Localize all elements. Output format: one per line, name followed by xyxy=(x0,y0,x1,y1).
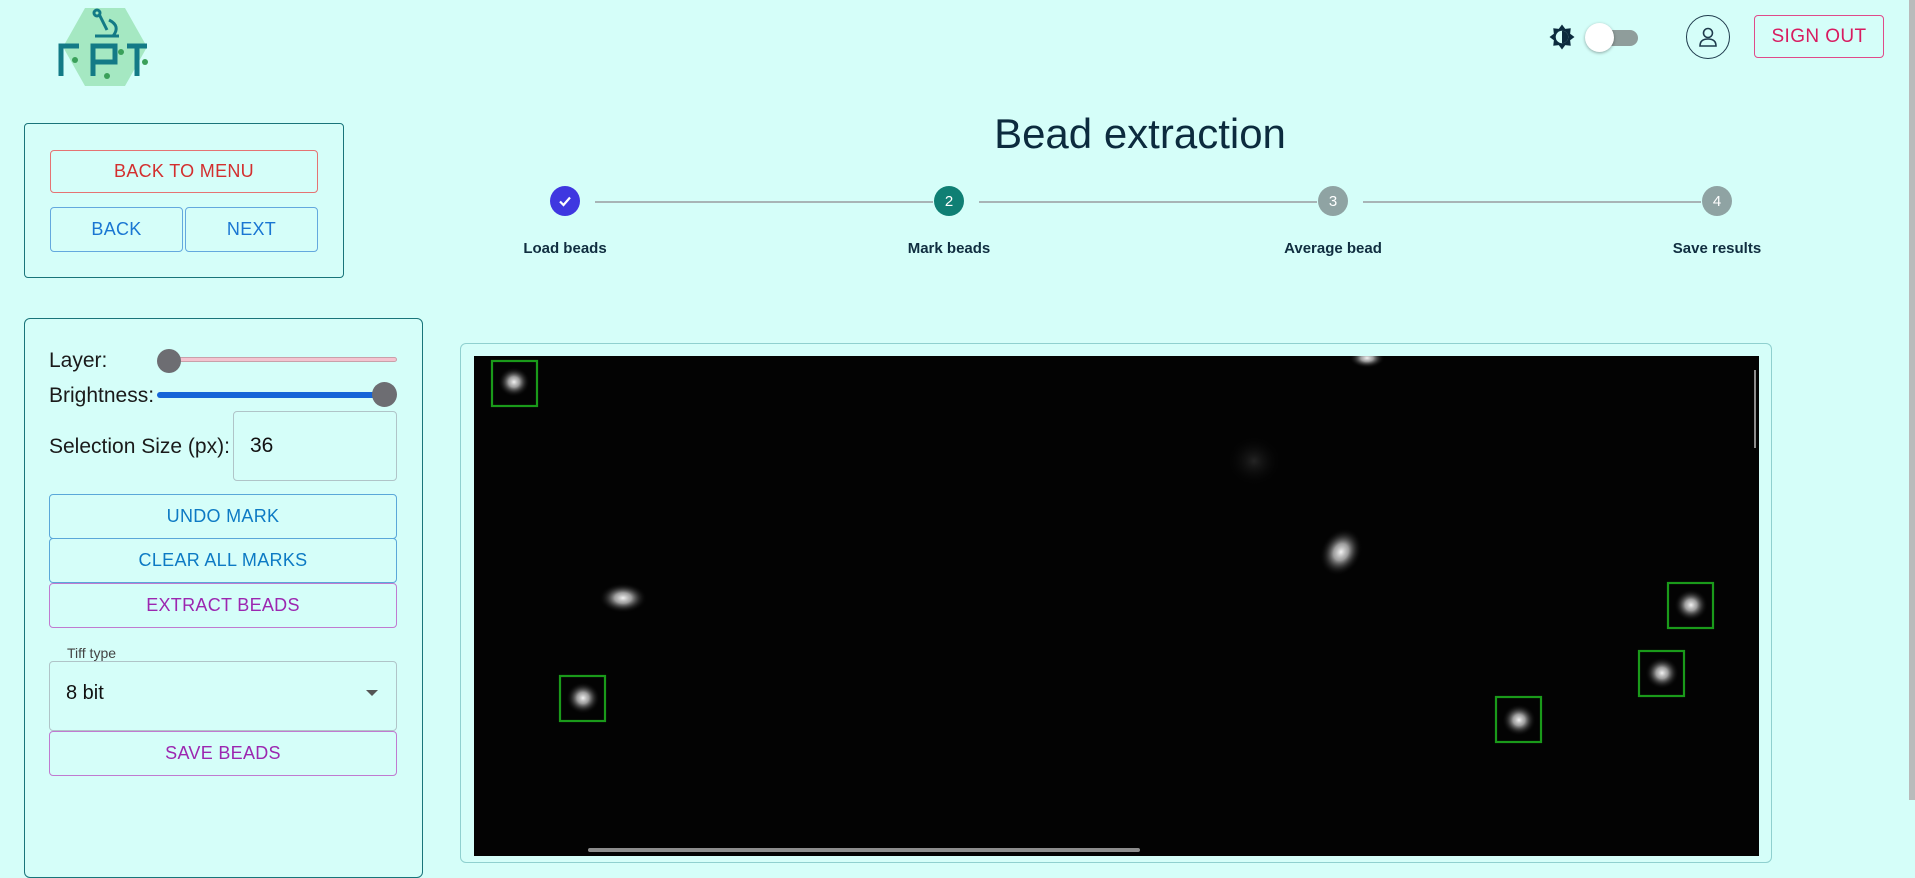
image-vertical-scrollbar[interactable] xyxy=(1754,370,1756,448)
clear-all-marks-button[interactable]: CLEAR ALL MARKS xyxy=(49,538,397,583)
step-2-indicator: 2 xyxy=(934,186,964,216)
brightness-label: Brightness: xyxy=(49,384,155,407)
step-1-label: Load beads xyxy=(523,240,607,257)
image-horizontal-scrollbar[interactable] xyxy=(588,848,1140,852)
sign-out-button[interactable]: SIGN OUT xyxy=(1754,15,1884,58)
step-4-indicator: 4 xyxy=(1702,186,1732,216)
theme-toggle-knob[interactable] xyxy=(1585,23,1614,52)
tiff-type-value: 8 bit xyxy=(66,682,104,704)
selection-size-input[interactable]: 36 xyxy=(233,411,397,481)
selection-size-label: Selection Size (px): xyxy=(49,435,230,458)
extract-beads-button[interactable]: EXTRACT BEADS xyxy=(49,583,397,628)
step-1-check-icon xyxy=(550,186,580,216)
page-scrollbar[interactable] xyxy=(1909,0,1915,800)
step-connector xyxy=(979,201,1317,203)
layer-slider[interactable] xyxy=(168,357,397,362)
step-2-label: Mark beads xyxy=(907,240,991,257)
undo-mark-button[interactable]: UNDO MARK xyxy=(49,494,397,539)
step-connector xyxy=(595,201,933,203)
selection-marks[interactable] xyxy=(490,359,1715,744)
step-4-label: Save results xyxy=(1672,240,1762,257)
bead-image-canvas[interactable] xyxy=(474,356,1759,856)
app-logo xyxy=(58,8,148,86)
layer-slider-thumb[interactable] xyxy=(157,349,181,373)
next-button[interactable]: NEXT xyxy=(185,207,318,252)
step-3-label: Average bead xyxy=(1284,240,1382,257)
step-3-indicator: 3 xyxy=(1318,186,1348,216)
back-to-menu-button[interactable]: BACK TO MENU xyxy=(50,150,318,193)
navigation-panel xyxy=(24,123,344,278)
step-connector xyxy=(1363,201,1701,203)
page-title: Bead extraction xyxy=(994,110,1286,157)
bead-spots xyxy=(498,356,1708,736)
account-icon xyxy=(1699,27,1717,47)
layer-label: Layer: xyxy=(49,349,108,372)
save-beads-button[interactable]: SAVE BEADS xyxy=(49,731,397,776)
brightness-icon[interactable] xyxy=(1547,22,1577,52)
tiff-type-label: Tiff type xyxy=(63,645,121,661)
brightness-slider[interactable] xyxy=(157,392,385,398)
brightness-slider-thumb[interactable] xyxy=(372,382,397,407)
back-button[interactable]: BACK xyxy=(50,207,183,252)
account-button[interactable] xyxy=(1686,15,1730,59)
chevron-down-icon[interactable] xyxy=(366,690,378,696)
